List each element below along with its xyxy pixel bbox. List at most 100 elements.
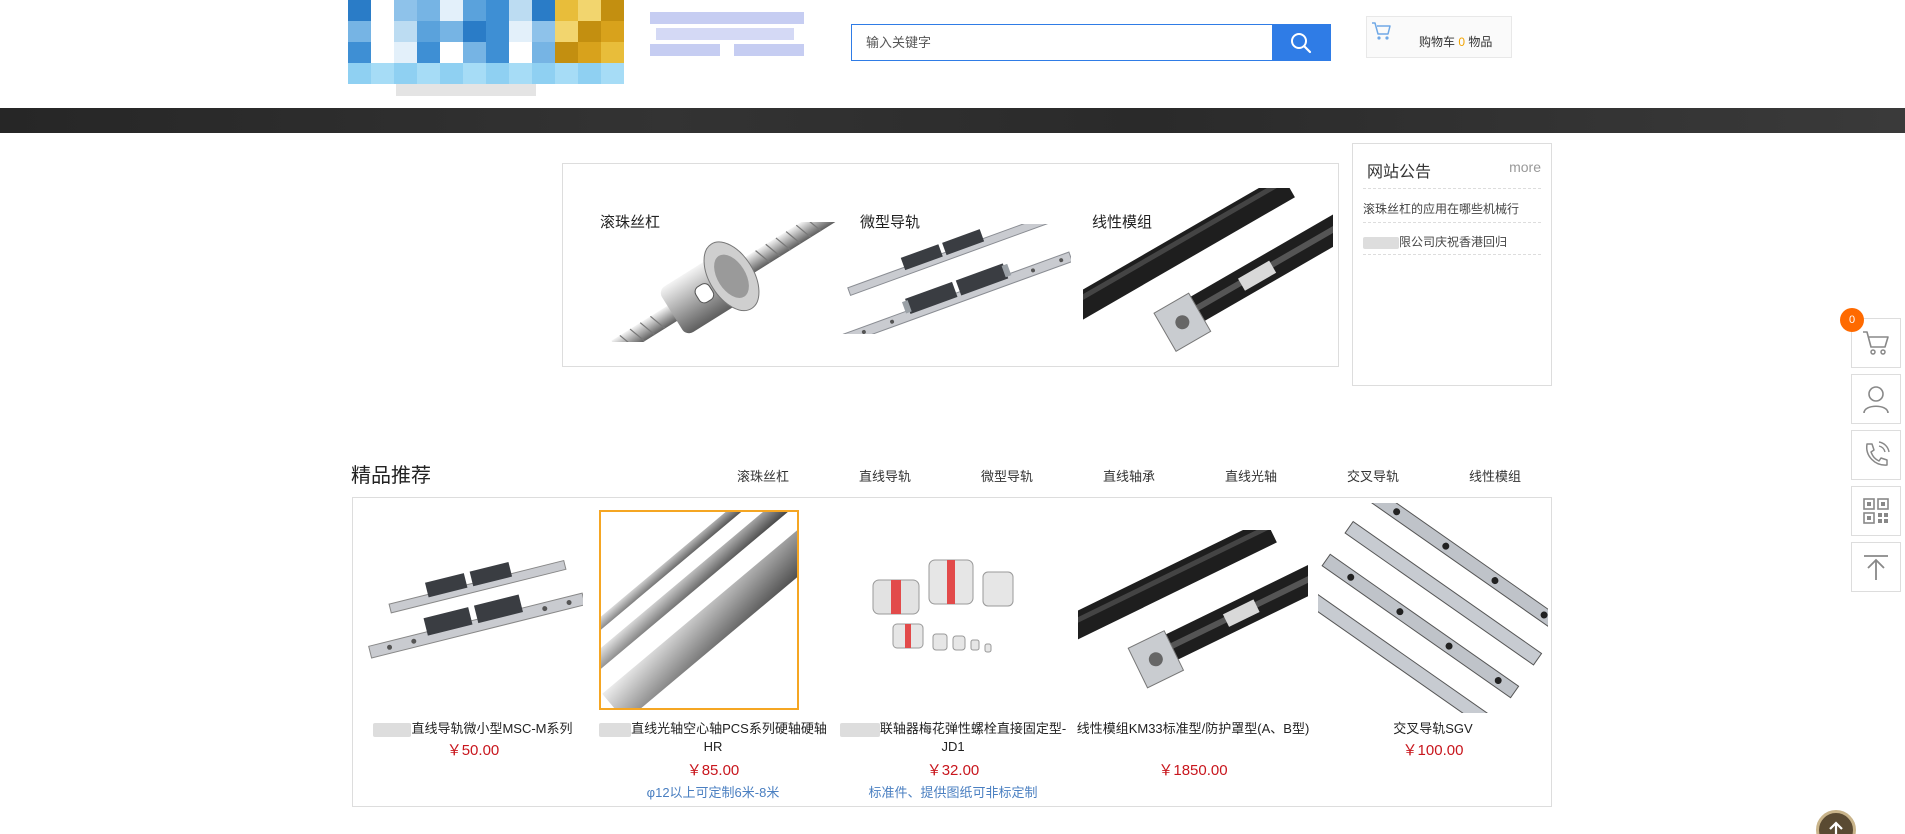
product-image[interactable]: [1313, 498, 1553, 718]
logo-tile: [532, 21, 555, 42]
blurred-text: [839, 722, 880, 737]
logo-tile: [371, 0, 394, 21]
logo-tile: [486, 63, 509, 84]
tab-ballscrew[interactable]: 滚珠丝杠: [737, 466, 789, 485]
logo-tile: [440, 63, 463, 84]
tab-linear-shaft[interactable]: 直线光轴: [1225, 466, 1277, 485]
logo-tile: [371, 21, 394, 42]
float-back-to-top-button[interactable]: [1851, 542, 1901, 592]
logo-tile: [578, 0, 601, 21]
scroll-to-top-button[interactable]: [1816, 810, 1856, 834]
logo-tile: [417, 21, 440, 42]
coupling-image: [872, 559, 1014, 653]
cart-label: 购物车: [1419, 35, 1459, 49]
section-title-recommended: 精品推荐: [351, 465, 431, 487]
logo-tile: [348, 21, 371, 42]
tab-linear-bearing[interactable]: 直线轴承: [1103, 466, 1155, 485]
logo-tile: [440, 21, 463, 42]
logo-tile: [394, 42, 417, 63]
product-price: ￥85.00: [686, 762, 740, 779]
notice-item[interactable]: 滚珠丝杠的应用在哪些机械行: [1363, 200, 1545, 217]
product-image[interactable]: [353, 510, 593, 710]
divider: [1363, 222, 1541, 223]
hollow-shaft-image: [601, 512, 797, 708]
logo-tile: [578, 63, 601, 84]
float-qrcode-button[interactable]: [1851, 486, 1901, 536]
logo-tile: [440, 42, 463, 63]
product-name-line[interactable]: 直线导轨微小型MSC-M系列: [353, 720, 593, 738]
product-card[interactable]: 直线光轴空心轴PCS系列硬轴硬轴HR ￥85.00 φ12以上可定制6米-8米: [593, 498, 833, 806]
logo-tile: [555, 42, 578, 63]
tab-linear-guide[interactable]: 直线导轨: [859, 466, 911, 485]
site-logo[interactable]: [348, 0, 624, 96]
product-card[interactable]: 交叉导轨SGV ￥100.00: [1313, 498, 1553, 806]
cart-icon: [1372, 22, 1391, 40]
logo-tile: [555, 0, 578, 21]
product-card[interactable]: 联轴器梅花弹性螺栓直接固定型-JD1 ￥32.00 标准件、提供图纸可非标定制: [833, 498, 1073, 806]
logo-tile: [417, 42, 440, 63]
logo-tile: [486, 0, 509, 21]
logo-tile: [371, 42, 394, 63]
logo-tile: [371, 63, 394, 84]
product-name[interactable]: 线性模组KM33标准型/防护罩型(A、B型): [1073, 720, 1313, 738]
product-name-line[interactable]: 直线光轴空心轴PCS系列硬轴硬轴HR: [593, 720, 833, 756]
float-phone-button[interactable]: [1851, 430, 1901, 480]
search-button[interactable]: [1272, 25, 1330, 60]
logo-tile: [578, 42, 601, 63]
user-icon: [1863, 386, 1889, 414]
logo-tile: [509, 63, 532, 84]
logo-tile: [486, 21, 509, 42]
logo-tile: [348, 63, 371, 84]
logo-tile: [463, 21, 486, 42]
product-card[interactable]: 直线导轨微小型MSC-M系列 ￥50.00: [353, 498, 593, 806]
mini-guide-image[interactable]: [831, 224, 1071, 334]
product-price: ￥32.00: [926, 762, 980, 779]
logo-tile: [463, 63, 486, 84]
product-image[interactable]: [599, 510, 799, 710]
site-tagline: [650, 12, 804, 60]
header-cart[interactable]: 购物车 0 物品: [1366, 16, 1512, 58]
product-name: 联轴器梅花弹性螺栓直接固定型-JD1: [879, 721, 1067, 754]
linear-module-image: [1078, 530, 1308, 689]
navigation-bar: [0, 108, 1905, 133]
product-note: 标准件、提供图纸可非标定制: [868, 785, 1038, 800]
logo-tile: [486, 42, 509, 63]
logo-tile: [417, 0, 440, 21]
linear-module-image[interactable]: [1083, 188, 1333, 364]
divider: [1363, 188, 1541, 189]
product-name: 直线导轨微小型MSC-M系列: [411, 721, 573, 736]
product-image[interactable]: [833, 510, 1073, 710]
logo-tile: [509, 0, 532, 21]
logo-tile: [532, 0, 555, 21]
logo-tile: [601, 42, 624, 63]
product-name: 直线光轴空心轴PCS系列硬轴硬轴HR: [631, 721, 827, 754]
blurred-text: [1363, 236, 1399, 249]
notice-title: 网站公告: [1367, 164, 1432, 181]
float-user-button[interactable]: [1851, 374, 1901, 424]
tab-cross-roller-guide[interactable]: 交叉导轨: [1347, 466, 1399, 485]
logo-tile: [509, 42, 532, 63]
divider: [1363, 254, 1541, 255]
logo-tile: [440, 0, 463, 21]
blurred-text: [599, 722, 632, 737]
ballscrew-image[interactable]: [608, 222, 838, 342]
product-note: φ12以上可定制6米-8米: [646, 785, 780, 800]
notice-item-link[interactable]: 限公司庆祝香港回归: [1363, 233, 1545, 250]
product-name-line[interactable]: 联轴器梅花弹性螺栓直接固定型-JD1: [833, 720, 1073, 756]
product-image[interactable]: [1073, 510, 1313, 710]
logo-tile: [509, 21, 532, 42]
notice-more-link[interactable]: more: [1509, 159, 1541, 175]
logo-subtitle: [396, 84, 536, 96]
product-name[interactable]: 交叉导轨SGV: [1313, 720, 1553, 738]
logo-tile: [555, 63, 578, 84]
tab-mini-guide[interactable]: 微型导轨: [981, 466, 1033, 485]
product-card[interactable]: 线性模组KM33标准型/防护罩型(A、B型) ￥1850.00: [1073, 498, 1313, 806]
logo-tile: [394, 0, 417, 21]
site-notice-panel: 网站公告 more 滚珠丝杠的应用在哪些机械行 限公司庆祝香港回归: [1352, 143, 1552, 386]
search-input[interactable]: [852, 25, 1272, 60]
logo-tile: [348, 0, 371, 21]
linear-guide-image: [368, 559, 583, 659]
tab-linear-module[interactable]: 线性模组: [1469, 466, 1521, 485]
search-icon: [1291, 32, 1312, 53]
logo-tile: [532, 63, 555, 84]
